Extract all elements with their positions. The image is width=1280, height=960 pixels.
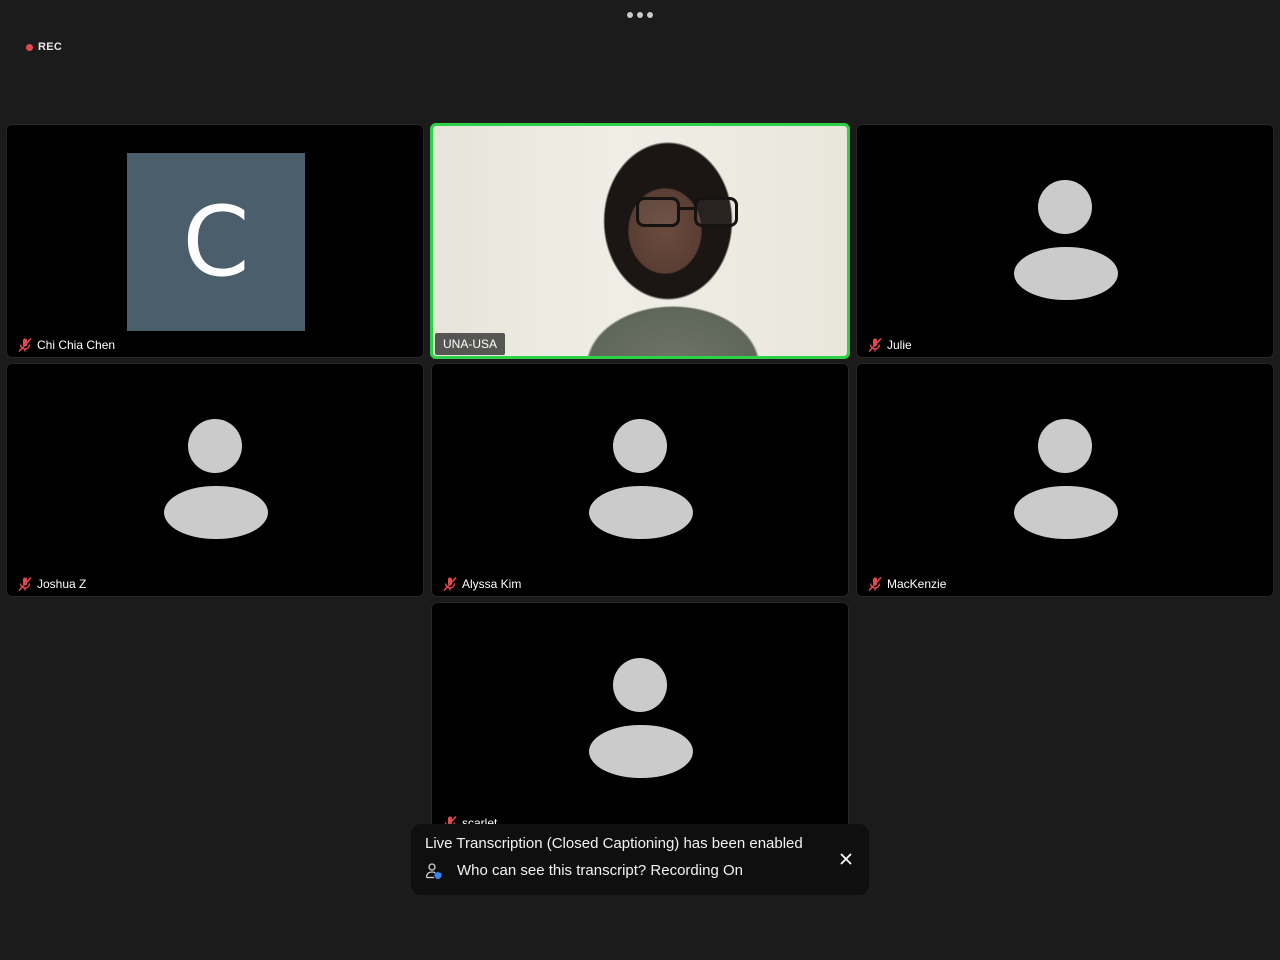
recording-dot-icon	[26, 43, 33, 51]
meeting-window: REC C Chi Chia Chen UNA-USA Julie Joshua…	[0, 0, 1280, 960]
avatar: C	[127, 153, 305, 331]
participant-name-tag: Chi Chia Chen	[13, 336, 119, 354]
default-avatar-icon	[589, 658, 693, 778]
participant-name-tag: Joshua Z	[13, 575, 90, 593]
participant-tile[interactable]: Joshua Z	[6, 363, 424, 597]
participant-name-tag: UNA-USA	[435, 333, 506, 355]
toast-transcript-text: Who can see this transcript? Recording O…	[457, 862, 743, 879]
participant-tile[interactable]: scarlet	[431, 602, 849, 836]
mic-muted-icon	[868, 576, 882, 592]
mic-muted-icon	[868, 337, 882, 353]
mic-muted-icon	[443, 576, 457, 592]
transcription-toast: Live Transcription (Closed Captioning) h…	[411, 824, 869, 895]
participant-name-tag: Alyssa Kim	[438, 575, 525, 593]
mic-muted-icon	[18, 337, 32, 353]
participant-tile-active-speaker[interactable]: UNA-USA	[430, 123, 850, 359]
participant-name: UNA-USA	[443, 337, 498, 351]
participant-name: Julie	[887, 338, 912, 352]
more-options-icon[interactable]	[622, 6, 658, 24]
close-icon[interactable]	[837, 850, 855, 868]
participant-tile[interactable]: Alyssa Kim	[431, 363, 849, 597]
participant-name-tag: MacKenzie	[863, 575, 950, 593]
default-avatar-icon	[589, 419, 693, 539]
user-shield-icon	[425, 863, 442, 880]
participant-name: Alyssa Kim	[462, 577, 522, 591]
toast-message: Live Transcription (Closed Captioning) h…	[425, 835, 803, 852]
default-avatar-icon	[1014, 419, 1118, 539]
participant-name: Chi Chia Chen	[37, 338, 116, 352]
default-avatar-icon	[1014, 180, 1118, 300]
mic-muted-icon	[18, 576, 32, 592]
toast-transcript-link[interactable]: Who can see this transcript? Recording O…	[425, 861, 855, 881]
recording-indicator[interactable]: REC	[20, 36, 68, 58]
participant-name-tag: Julie	[863, 336, 916, 354]
participant-video	[433, 126, 847, 356]
participant-name: MacKenzie	[887, 577, 947, 591]
recording-label: REC	[38, 41, 63, 53]
default-avatar-icon	[164, 419, 268, 539]
participant-tile[interactable]: MacKenzie	[856, 363, 1274, 597]
participant-tile[interactable]: Julie	[856, 124, 1274, 358]
participant-name: Joshua Z	[37, 577, 87, 591]
participant-tile[interactable]: C Chi Chia Chen	[6, 124, 424, 358]
video-glasses-detail	[636, 197, 740, 229]
